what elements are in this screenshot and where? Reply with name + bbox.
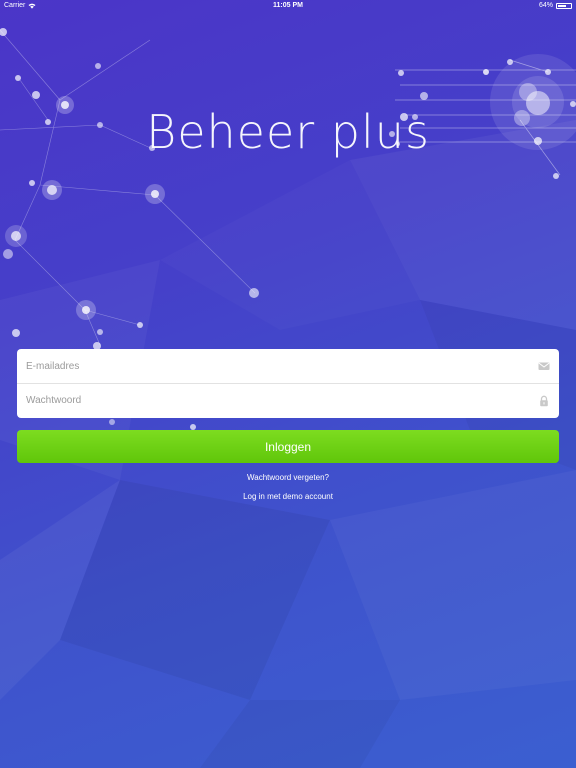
- battery-icon: [556, 3, 572, 9]
- password-input[interactable]: [17, 384, 559, 417]
- app-title: Beheer plus: [146, 104, 430, 159]
- battery-percentage: 64%: [538, 2, 553, 9]
- status-bar: Carrier 11:05 PM 64%: [0, 0, 576, 12]
- status-time: 11:05 PM: [273, 2, 303, 9]
- battery-level-fill: [558, 5, 566, 7]
- lock-icon: [540, 395, 548, 406]
- forgot-password-link[interactable]: Wachtwoord vergeten?: [0, 473, 576, 482]
- envelope-icon: [538, 362, 550, 370]
- email-input[interactable]: [17, 349, 559, 383]
- login-button[interactable]: Inloggen: [17, 430, 559, 463]
- login-form: [17, 349, 559, 418]
- password-field-row: [17, 383, 559, 417]
- email-field-row: [17, 349, 559, 383]
- demo-account-link[interactable]: Log in met demo account: [0, 492, 576, 501]
- status-battery-group: 64%: [539, 0, 572, 12]
